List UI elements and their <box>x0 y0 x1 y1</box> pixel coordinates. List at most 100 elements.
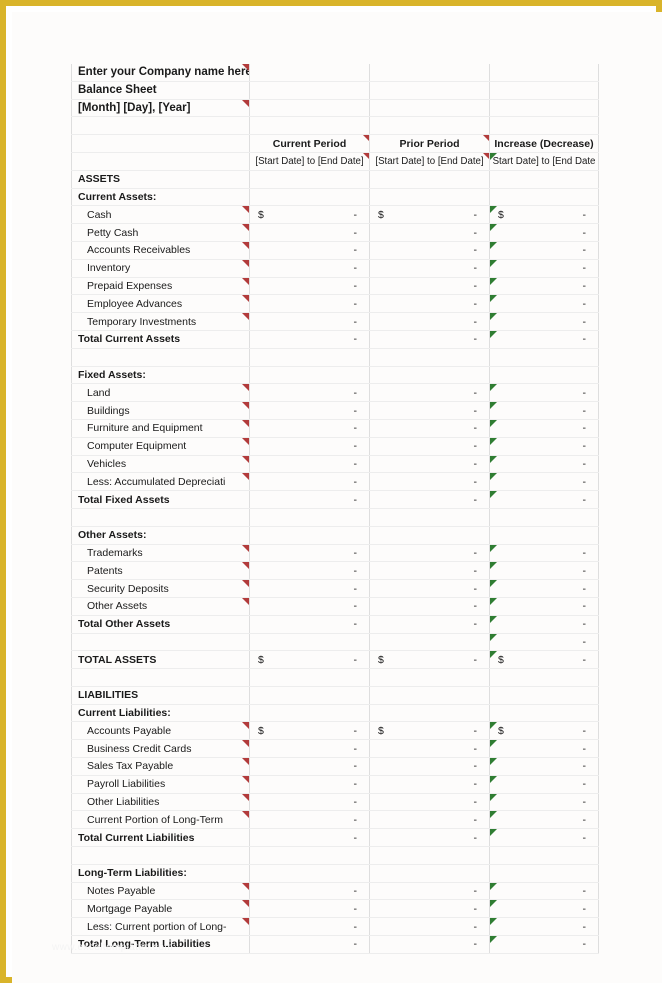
cell-line-item-prior[interactable]: $ - <box>369 721 490 741</box>
cell-company-name[interactable]: Enter your Company name here <box>71 64 250 82</box>
header-prior-period-range[interactable]: [Start Date] to [End Date] <box>369 152 490 171</box>
cell-blank[interactable] <box>489 348 599 367</box>
cell-liabilities-heading[interactable]: LIABILITIES <box>71 686 250 705</box>
cell-line-item-current[interactable]: - <box>249 437 370 456</box>
cell-blank[interactable] <box>369 64 490 82</box>
cell-blank[interactable] <box>369 704 490 723</box>
row-total-current-assets[interactable]: Total Current Assets - - - <box>71 330 599 349</box>
cell-line-item-current[interactable]: - <box>249 810 370 830</box>
cell-line-item-label[interactable]: Current Portion of Long-Term <box>71 810 250 830</box>
cell-line-item-label[interactable]: Less: Accumulated Depreciati <box>71 472 250 492</box>
cell-line-item-label[interactable]: Mortgage Payable <box>71 899 250 919</box>
cell-total-fixed-assets-increase[interactable]: - <box>489 490 599 509</box>
cell-line-item-increase[interactable]: - <box>489 757 599 776</box>
cell-blank[interactable] <box>249 704 370 723</box>
cell-line-item-increase[interactable]: - <box>489 241 599 260</box>
cell-line-item-prior[interactable]: - <box>369 579 490 598</box>
cell-line-item-increase[interactable]: - <box>489 597 599 616</box>
cell-line-item-current[interactable]: - <box>249 241 370 260</box>
cell-spacer-increase-value[interactable]: - <box>489 633 599 652</box>
cell-line-item-label[interactable]: Other Liabilities <box>71 793 250 812</box>
cell-total-current-assets[interactable]: Total Current Assets <box>71 330 250 349</box>
cell-blank[interactable] <box>369 116 490 136</box>
row-line-item[interactable]: Temporary Investments - - - <box>71 312 599 331</box>
cell-line-item-increase[interactable]: - <box>489 544 599 563</box>
row-line-item[interactable]: Petty Cash - - - <box>71 223 599 242</box>
row-date-line[interactable]: [Month] [Day], [Year] <box>71 99 599 118</box>
cell-blank[interactable] <box>369 633 490 652</box>
cell-line-item-label[interactable]: Cash <box>71 205 250 225</box>
row-line-item[interactable]: Other Assets - - - <box>71 597 599 616</box>
cell-doc-title[interactable]: Balance Sheet <box>71 81 250 100</box>
cell-line-item-label[interactable]: Prepaid Expenses <box>71 277 250 296</box>
cell-total-other-assets[interactable]: Total Other Assets <box>71 615 250 634</box>
cell-blank[interactable] <box>249 633 370 652</box>
row-line-item[interactable]: Business Credit Cards - - - <box>71 739 599 759</box>
row-line-item[interactable]: Cash $ - $ - $ - <box>71 205 599 225</box>
cell-line-item-increase[interactable]: - <box>489 437 599 456</box>
cell-line-item-current[interactable]: - <box>249 793 370 812</box>
cell-line-item-label[interactable]: Computer Equipment <box>71 437 250 456</box>
cell-total-long-term-liabilities-current[interactable]: - <box>249 935 370 954</box>
row-line-item[interactable]: Computer Equipment - - - <box>71 437 599 456</box>
row-line-item[interactable]: Vehicles - - - <box>71 455 599 474</box>
cell-line-item-current[interactable]: - <box>249 419 370 438</box>
cell-line-item-label[interactable]: Vehicles <box>71 455 250 474</box>
header-current-period[interactable]: Current Period <box>249 134 370 153</box>
cell-line-item-current[interactable]: - <box>249 472 370 492</box>
row-line-item[interactable]: Current Portion of Long-Term - - - <box>71 810 599 830</box>
cell-date-line[interactable]: [Month] [Day], [Year] <box>71 99 250 118</box>
cell-blank[interactable] <box>249 864 370 883</box>
row-line-item[interactable]: Accounts Payable $ - $ - $ - <box>71 721 599 741</box>
cell-blank[interactable] <box>71 668 250 687</box>
cell-line-item-increase[interactable]: - <box>489 419 599 438</box>
row-total-fixed-assets[interactable]: Total Fixed Assets - - - <box>71 490 599 509</box>
cell-blank[interactable] <box>71 633 250 652</box>
cell-line-item-prior[interactable]: - <box>369 597 490 616</box>
cell-line-item-label[interactable]: Petty Cash <box>71 223 250 242</box>
row-line-item[interactable]: Less: Accumulated Depreciati - - - <box>71 472 599 492</box>
cell-line-item-prior[interactable]: - <box>369 561 490 581</box>
cell-blank[interactable] <box>489 686 599 705</box>
cell-total-current-liabilities-prior[interactable]: - <box>369 828 490 848</box>
cell-blank[interactable] <box>249 508 370 527</box>
cell-line-item-prior[interactable]: - <box>369 810 490 830</box>
cell-blank[interactable] <box>71 508 250 527</box>
row-assets-heading[interactable]: ASSETS <box>71 170 599 189</box>
cell-line-item-increase[interactable]: - <box>489 561 599 581</box>
cell-line-item-label[interactable]: Sales Tax Payable <box>71 757 250 776</box>
cell-line-item-increase[interactable]: - <box>489 312 599 331</box>
cell-line-item-increase[interactable]: - <box>489 401 599 420</box>
row-current-liabilities-heading[interactable]: Current Liabilities: <box>71 704 599 723</box>
row-spacer[interactable] <box>71 348 599 367</box>
row-line-item[interactable]: Payroll Liabilities - - - <box>71 775 599 794</box>
cell-line-item-label[interactable]: Other Assets <box>71 597 250 616</box>
cell-line-item-current[interactable]: - <box>249 383 370 403</box>
cell-line-item-label[interactable]: Less: Current portion of Long- <box>71 917 250 937</box>
cell-line-item-increase[interactable]: - <box>489 899 599 919</box>
cell-line-item-prior[interactable]: - <box>369 455 490 474</box>
cell-blank[interactable] <box>249 99 370 118</box>
cell-line-item-current[interactable]: - <box>249 455 370 474</box>
row-line-item[interactable]: Notes Payable - - - <box>71 882 599 901</box>
cell-line-item-label[interactable]: Trademarks <box>71 544 250 563</box>
cell-total-assets-current[interactable]: $ - <box>249 650 370 670</box>
cell-line-item-prior[interactable]: - <box>369 544 490 563</box>
cell-line-item-prior[interactable]: - <box>369 882 490 901</box>
cell-blank[interactable] <box>489 64 599 82</box>
cell-line-item-prior[interactable]: - <box>369 419 490 438</box>
cell-blank[interactable] <box>71 348 250 367</box>
cell-line-item-current[interactable]: $ - <box>249 205 370 225</box>
cell-blank[interactable] <box>249 668 370 687</box>
cell-total-assets-increase[interactable]: $ - <box>489 650 599 670</box>
cell-blank[interactable] <box>71 846 250 865</box>
cell-line-item-increase[interactable]: - <box>489 472 599 492</box>
row-line-item[interactable]: Security Deposits - - - <box>71 579 599 598</box>
cell-line-item-prior[interactable]: - <box>369 739 490 759</box>
cell-line-item-prior[interactable]: - <box>369 757 490 776</box>
cell-line-item-label[interactable]: Business Credit Cards <box>71 739 250 759</box>
cell-line-item-current[interactable]: - <box>249 312 370 331</box>
cell-total-current-assets-prior[interactable]: - <box>369 330 490 349</box>
cell-blank[interactable] <box>249 366 370 385</box>
row-current-assets-heading[interactable]: Current Assets: <box>71 188 599 207</box>
